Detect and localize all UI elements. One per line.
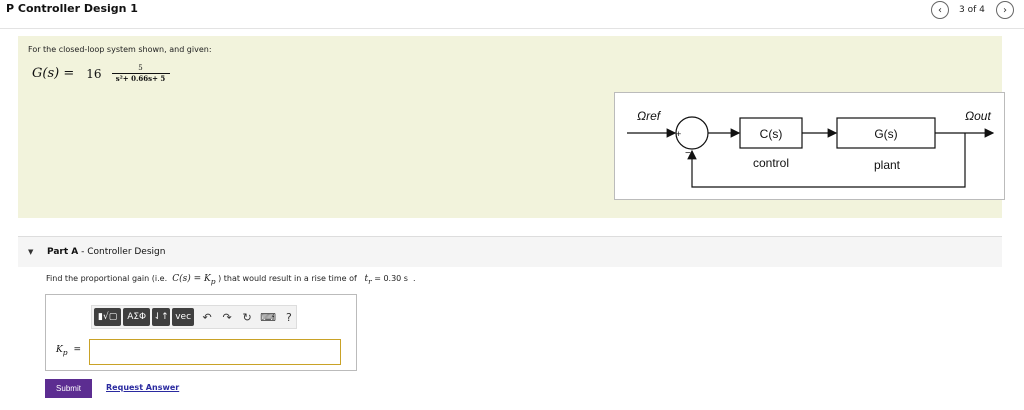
triangle-down-icon[interactable]: ▼	[28, 248, 33, 256]
controller-caption: control	[753, 156, 789, 170]
formula-coefficient: 16	[86, 66, 102, 81]
plant-caption: plant	[874, 158, 901, 172]
minus-sign: −	[685, 148, 691, 159]
formula-fraction: 5 s²+ 0.66s+ 5	[111, 64, 170, 83]
question-expression: C(s) = Kp	[172, 274, 216, 286]
plant-block-label: G(s)	[874, 127, 897, 141]
answer-panel: ▮√▢ ΑΣΦ ⇃↑ vec ↶ ↷ ↻ ⌨ ? Kp =	[45, 294, 357, 371]
templates-button[interactable]: ▮√▢	[94, 308, 122, 326]
request-answer-link[interactable]: Request Answer	[106, 383, 179, 392]
page-title: P Controller Design 1	[6, 2, 138, 15]
help-icon[interactable]: ?	[282, 308, 296, 326]
part-a-header[interactable]: ▼ Part A - Controller Design	[18, 237, 1002, 267]
header-divider	[0, 28, 1024, 29]
vector-button[interactable]: vec	[172, 308, 195, 326]
output-label: Ωout	[965, 109, 991, 123]
part-a-title: Part A - Controller Design	[47, 247, 166, 257]
previous-button[interactable]: ‹	[931, 1, 949, 19]
greek-symbols-button[interactable]: ΑΣΦ	[123, 308, 151, 326]
submit-button[interactable]: Submit	[45, 379, 92, 398]
plus-sign: +	[676, 129, 681, 139]
formula-numerator: 5	[138, 64, 143, 72]
math-toolbar: ▮√▢ ΑΣΦ ⇃↑ vec ↶ ↷ ↻ ⌨ ?	[91, 305, 297, 329]
formula-lhs: G(s) =	[32, 66, 75, 81]
keyboard-icon[interactable]: ⌨	[260, 308, 276, 326]
problem-intro: For the closed-loop system shown, and gi…	[28, 45, 212, 54]
reset-icon[interactable]: ↻	[240, 308, 254, 326]
chevron-left-icon: ‹	[938, 4, 942, 16]
next-button[interactable]: ›	[996, 1, 1014, 19]
arrows-button[interactable]: ⇃↑	[152, 308, 171, 326]
question-rise-time: tr	[364, 274, 372, 286]
input-label: Ωref	[637, 109, 662, 123]
controller-block-label: C(s)	[760, 127, 783, 141]
answer-label: Kp =	[56, 345, 82, 357]
formula-denominator: s²+ 0.66s+ 5	[115, 74, 166, 83]
answer-input[interactable]	[89, 339, 341, 365]
page-counter: 3 of 4	[959, 5, 985, 15]
chevron-right-icon: ›	[1003, 4, 1007, 16]
question-text: Find the proportional gain (i.e. C(s) = …	[46, 274, 416, 286]
block-diagram: Ωref + − C(s) control G(s) plant Ωout	[614, 92, 1005, 200]
undo-icon[interactable]: ↶	[200, 308, 214, 326]
redo-icon[interactable]: ↷	[220, 308, 234, 326]
transfer-function: G(s) = 16 5 s²+ 0.66s+ 5	[32, 64, 170, 83]
